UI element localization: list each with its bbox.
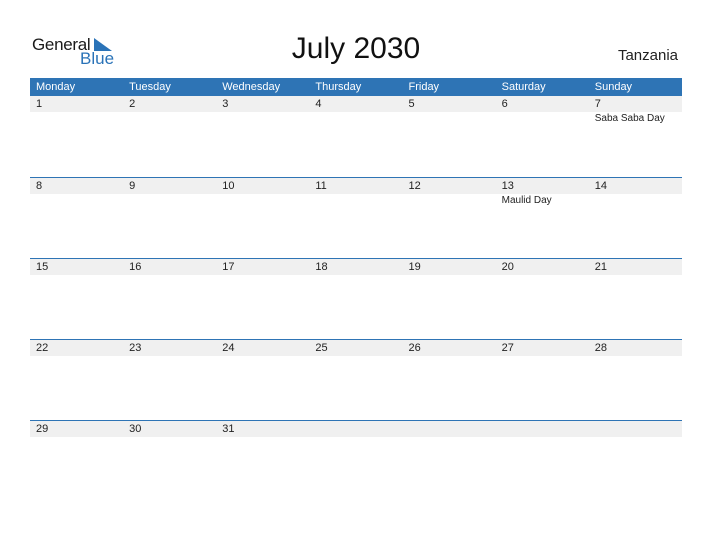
day-number: 13 [501,180,514,192]
day-number [496,421,589,437]
day-number: 18 [315,261,328,273]
page-title: July 2030 [291,32,421,65]
day-number: 4 [315,98,322,110]
event-row: Maulid Day [30,194,682,208]
event-row: Saba Saba Day [30,112,682,126]
day-number-row: 1 2 3 4 5 6 7 [30,96,682,112]
holiday-label [123,194,216,208]
holiday-label [30,112,123,126]
holiday-label [309,194,402,208]
day-number: 30 [129,423,142,435]
day-number: 28 [594,342,607,354]
weekday-wednesday: Wednesday [222,81,281,93]
holiday-label [589,194,682,208]
holiday-label [30,194,123,208]
day-number: 3 [222,98,229,110]
weekday-friday: Friday [408,81,440,93]
day-number: 19 [408,261,421,273]
day-number: 8 [36,180,43,192]
holiday-label: Maulid Day [501,195,552,206]
day-number: 7 [594,98,601,110]
weekday-thursday: Thursday [315,81,362,93]
day-number: 22 [36,342,49,354]
day-number: 20 [501,261,514,273]
holiday-label: Saba Saba Day [594,113,665,124]
day-number: 12 [408,180,421,192]
weekday-saturday: Saturday [501,81,546,93]
holiday-label [216,194,309,208]
holiday-label [216,112,309,126]
day-number: 5 [408,98,415,110]
day-number-row: 29 30 31 [30,421,682,437]
week-row: 29 30 31 [30,420,682,501]
calendar-grid: Monday Tuesday Wednesday Thursday Friday… [30,78,682,501]
day-number: 15 [36,261,49,273]
weekday-header: Monday Tuesday Wednesday Thursday Friday… [30,78,682,96]
week-row: 1 2 3 4 5 6 7 Saba Saba Day [30,96,682,177]
day-number: 11 [315,180,327,192]
holiday-label [403,194,496,208]
day-number: 31 [222,423,235,435]
holiday-label [496,112,589,126]
weekday-tuesday: Tuesday [129,81,171,93]
weekday-sunday: Sunday [594,81,633,93]
day-number-row: 15 16 17 18 19 20 21 [30,259,682,275]
day-number: 14 [594,180,607,192]
week-row: 8 9 10 11 12 13 14 Maulid Day [30,177,682,258]
day-number [309,421,402,437]
holiday-label [123,112,216,126]
day-number [589,421,682,437]
day-number: 1 [36,98,43,110]
weekday-monday: Monday [36,81,76,93]
day-number: 17 [222,261,235,273]
day-number: 26 [408,342,421,354]
country-label: Tanzania [617,47,678,64]
day-number: 27 [501,342,514,354]
day-number-row: 8 9 10 11 12 13 14 [30,178,682,194]
day-number: 21 [594,261,607,273]
day-number: 24 [222,342,235,354]
day-number: 6 [501,98,508,110]
day-number: 2 [129,98,136,110]
week-row: 22 23 24 25 26 27 28 [30,339,682,420]
week-row: 15 16 17 18 19 20 21 [30,258,682,339]
day-number: 10 [222,180,235,192]
day-number [403,421,496,437]
day-number: 23 [129,342,142,354]
holiday-label [309,112,402,126]
holiday-label [403,112,496,126]
day-number: 9 [129,180,136,192]
day-number: 29 [36,423,49,435]
day-number: 16 [129,261,142,273]
day-number: 25 [315,342,328,354]
day-number-row: 22 23 24 25 26 27 28 [30,340,682,356]
